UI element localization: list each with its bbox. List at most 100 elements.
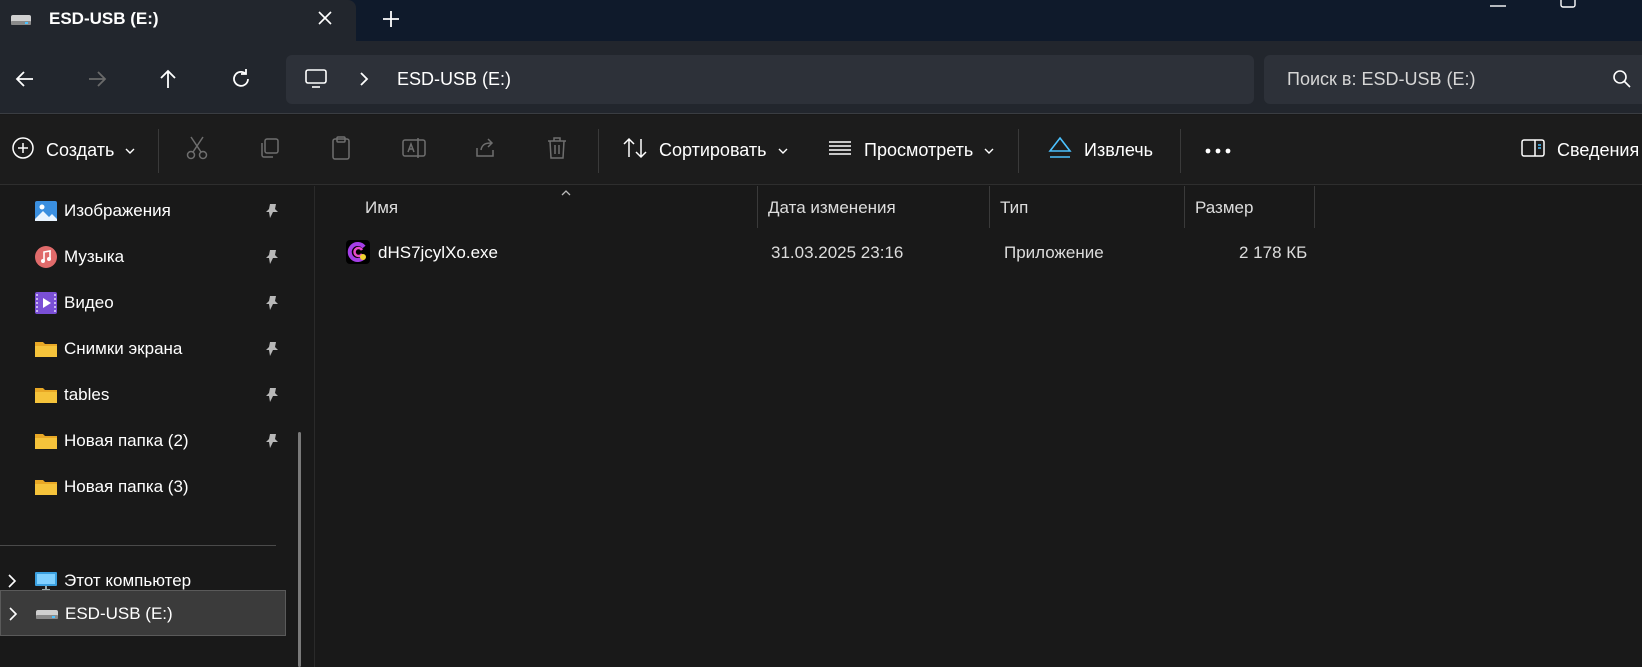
address-bar[interactable]: ESD-USB (E:)	[286, 55, 1254, 104]
sort-button[interactable]: Сортировать	[622, 132, 789, 168]
breadcrumb-drive[interactable]: ESD-USB (E:)	[397, 69, 511, 90]
folder-icon	[34, 383, 58, 407]
sidebar-item-pictures[interactable]: Изображения	[0, 188, 286, 234]
sidebar-item-new-folder-2[interactable]: Новая папка (2)	[0, 418, 286, 464]
chevron-down-icon	[983, 140, 995, 160]
paste-button[interactable]	[329, 132, 353, 168]
chevron-down-icon	[124, 140, 136, 160]
sidebar-item-label: Изображения	[64, 201, 171, 220]
details-pane-button[interactable]: Сведения	[1520, 132, 1639, 168]
pin-icon[interactable]	[264, 340, 280, 363]
sidebar-item-label: ESD-USB (E:)	[65, 604, 173, 623]
usb-drive-icon	[35, 602, 59, 626]
more-dots-icon	[1204, 140, 1232, 160]
maximize-icon[interactable]	[1558, 0, 1578, 19]
forward-arrow-icon[interactable]	[82, 64, 112, 94]
file-type: Приложение	[1004, 243, 1104, 262]
create-label: Создать	[46, 139, 115, 160]
minimize-icon[interactable]	[1488, 0, 1508, 14]
tab-title: ESD-USB (E:)	[49, 9, 159, 28]
pin-icon[interactable]	[264, 432, 280, 455]
eject-button[interactable]: Извлечь	[1047, 132, 1153, 168]
sidebar-item-video[interactable]: Видео	[0, 280, 286, 326]
sidebar-item-label: Этот компьютер	[64, 571, 192, 590]
pin-icon[interactable]	[264, 202, 280, 225]
computer-icon[interactable]	[304, 68, 328, 95]
copy-button[interactable]	[257, 132, 281, 168]
rename-button[interactable]	[401, 132, 427, 168]
toolbar-divider	[1180, 129, 1181, 173]
pin-icon[interactable]	[264, 248, 280, 271]
sidebar-item-label: Музыка	[64, 247, 125, 266]
eject-label: Извлечь	[1084, 139, 1154, 160]
rename-icon	[401, 136, 427, 165]
sidebar-item-tables[interactable]: tables	[0, 372, 286, 418]
title-bar: ESD-USB (E:)	[0, 0, 1642, 41]
video-icon	[34, 291, 58, 315]
file-name[interactable]: dHS7jcylXo.exe	[378, 243, 498, 263]
app-icon	[346, 240, 370, 264]
trash-icon	[545, 135, 569, 166]
folder-icon	[34, 337, 58, 361]
file-list: Имя Дата изменения Тип Размер dHS7jcylXo…	[316, 186, 1642, 667]
toolbar-divider	[158, 129, 159, 173]
pin-icon[interactable]	[264, 294, 280, 317]
file-modified: 31.03.2025 23:16	[771, 243, 904, 262]
pin-icon[interactable]	[264, 386, 280, 409]
folder-icon	[34, 475, 58, 499]
chevron-right-icon[interactable]	[7, 606, 19, 627]
folder-icon	[34, 429, 58, 453]
close-tab-icon[interactable]	[313, 6, 337, 30]
search-input[interactable]: Поиск в: ESD-USB (E:)	[1264, 55, 1642, 104]
search-placeholder: Поиск в: ESD-USB (E:)	[1287, 69, 1476, 89]
delete-button[interactable]	[545, 132, 569, 168]
navigation-pane: Изображения Музыка Видео Снимки экрана t…	[0, 186, 315, 667]
column-header-label: Дата изменения	[768, 198, 896, 217]
search-icon[interactable]	[1612, 69, 1632, 94]
view-label: Просмотреть	[864, 139, 974, 160]
column-header-name[interactable]: Имя	[316, 186, 757, 228]
eject-icon	[1047, 136, 1073, 165]
sidebar-item-label: Видео	[64, 293, 114, 312]
share-icon	[473, 136, 497, 165]
column-header-modified[interactable]: Дата изменения	[758, 186, 989, 228]
column-header-size[interactable]: Размер	[1185, 186, 1314, 228]
column-divider[interactable]	[1314, 186, 1315, 228]
sidebar-item-label: tables	[64, 385, 110, 404]
clipboard-icon	[329, 135, 353, 166]
sidebar-divider	[0, 545, 276, 546]
up-arrow-icon[interactable]	[153, 64, 183, 94]
sidebar-item-screenshots[interactable]: Снимки экрана	[0, 326, 286, 372]
create-button[interactable]: Создать	[11, 132, 136, 168]
details-label: Сведения	[1557, 139, 1640, 160]
usb-drive-icon	[10, 12, 32, 32]
command-bar: Создать Сортировать Просмотреть Извлечь …	[0, 115, 1642, 185]
cut-button[interactable]	[185, 132, 209, 168]
sidebar-item-music[interactable]: Музыка	[0, 234, 286, 280]
copy-icon	[257, 136, 281, 165]
table-row[interactable]: dHS7jcylXo.exe 31.03.2025 23:16 Приложен…	[336, 240, 1326, 270]
scissors-icon	[185, 135, 209, 166]
tab-esd-usb[interactable]: ESD-USB (E:)	[0, 0, 356, 41]
column-header-label: Тип	[1000, 198, 1029, 217]
back-arrow-icon[interactable]	[10, 64, 40, 94]
sidebar-item-esd-usb[interactable]: ESD-USB (E:)	[0, 590, 286, 636]
music-icon	[34, 245, 58, 269]
sidebar-item-new-folder-3[interactable]: Новая папка (3)	[0, 464, 286, 510]
share-button[interactable]	[473, 132, 497, 168]
new-tab-icon[interactable]	[378, 6, 404, 32]
sidebar-item-label: Новая папка (3)	[64, 477, 189, 496]
sidebar-scrollbar[interactable]	[298, 432, 301, 667]
refresh-icon[interactable]	[226, 64, 256, 94]
plus-circle-icon	[11, 136, 35, 165]
chevron-right-icon[interactable]	[356, 70, 372, 93]
sidebar-item-label: Снимки экрана	[64, 339, 183, 358]
view-button[interactable]: Просмотреть	[827, 132, 995, 168]
toolbar-divider	[1018, 129, 1019, 173]
sort-arrows-icon	[622, 136, 648, 165]
column-header-type[interactable]: Тип	[990, 186, 1184, 228]
more-options-button[interactable]	[1204, 132, 1232, 168]
view-list-icon	[827, 138, 853, 163]
column-header-label: Размер	[1195, 198, 1254, 217]
column-header-label: Имя	[365, 198, 399, 217]
